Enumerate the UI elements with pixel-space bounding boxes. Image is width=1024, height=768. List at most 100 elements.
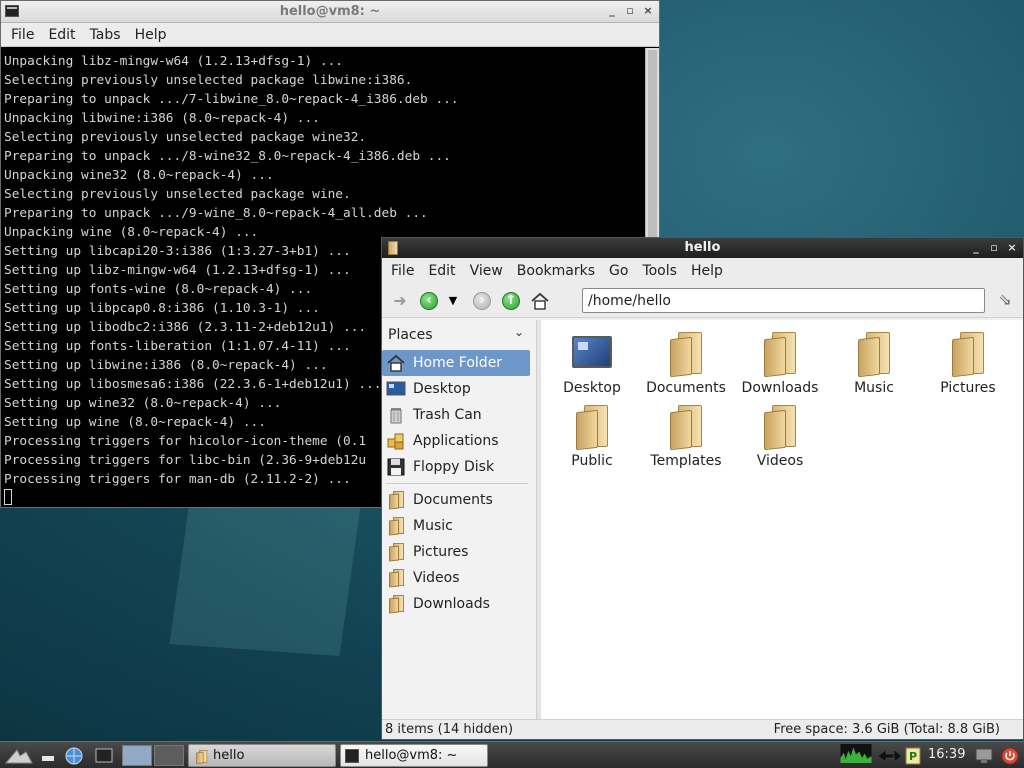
location-input[interactable] (582, 288, 985, 313)
sidebar-item-label: Downloads (413, 596, 490, 612)
workspace-2[interactable] (154, 745, 184, 766)
side-pane: Places ⌄ Home Folder Desktop Trash Can Appl… (382, 320, 537, 719)
file-item-downloads[interactable]: Downloads (734, 322, 826, 396)
file-item-label: Music (854, 380, 894, 396)
sidebar-item-desktop[interactable]: Desktop (382, 376, 530, 402)
menu-help[interactable]: Help (128, 27, 174, 43)
menu-view[interactable]: View (463, 263, 510, 279)
new-tab-button[interactable]: ➜ (389, 290, 411, 312)
menu-help[interactable]: Help (684, 263, 730, 279)
terminal-line: Unpacking libz-mingw-w64 (1.2.13+dfsg-1)… (4, 54, 343, 69)
sidebar-item-music[interactable]: Music (382, 513, 530, 539)
sidebar-item-documents[interactable]: Documents (382, 487, 530, 513)
sidebar-item-label: Videos (413, 570, 460, 586)
folder-icon (386, 594, 406, 614)
file-item-videos[interactable]: Videos (734, 395, 826, 469)
status-free-space: Free space: 3.6 GiB (Total: 8.8 GiB) (773, 722, 1000, 737)
task-label: hello@vm8: ~ (365, 748, 458, 763)
back-button[interactable]: ‹ (418, 290, 440, 312)
file-item-label: Templates (650, 453, 722, 469)
sidebar-item-floppy-disk[interactable]: Floppy Disk (382, 454, 530, 480)
task-file-manager[interactable]: hello (188, 744, 336, 767)
file-item-pictures[interactable]: Pictures (922, 322, 1014, 396)
home-icon (386, 353, 406, 373)
terminal-title: hello@vm8: ~ (279, 4, 381, 19)
up-arrow-icon: ↑ (502, 291, 520, 310)
file-item-templates[interactable]: Templates (640, 395, 732, 469)
folder-icon (386, 516, 406, 536)
status-item-count: 8 items (14 hidden) (385, 722, 514, 737)
terminal-line: Preparing to unpack .../8-wine32_8.0~rep… (4, 149, 451, 164)
folder-icon (386, 542, 406, 562)
file-item-label: Documents (646, 380, 726, 396)
menu-file[interactable]: File (4, 27, 41, 43)
folder-icon (756, 403, 804, 451)
file-item-desktop[interactable]: Desktop (546, 322, 638, 396)
display-icon[interactable] (974, 746, 994, 765)
maximize-button[interactable]: ▫ (989, 240, 999, 256)
sidebar-item-applications[interactable]: Applications (382, 428, 530, 454)
text-cursor (4, 489, 12, 505)
desktop-pager[interactable] (122, 745, 184, 766)
terminal-titlebar[interactable]: hello@vm8: ~ _ ▫ × (1, 1, 659, 23)
file-item-label: Desktop (563, 380, 621, 396)
terminal-line: Preparing to unpack .../7-libwine_8.0~re… (4, 92, 459, 107)
menu-edit[interactable]: Edit (41, 27, 82, 43)
menu-tools[interactable]: Tools (635, 263, 684, 279)
terminal-launcher-icon[interactable] (94, 746, 114, 765)
close-button[interactable]: × (643, 3, 653, 19)
history-dropdown-button[interactable]: ▼ (442, 290, 464, 312)
minimize-button[interactable]: _ (971, 240, 981, 256)
sidebar-item-label: Applications (413, 433, 499, 449)
network-icon (877, 749, 903, 763)
file-manager-menubar: File Edit View Bookmarks Go Tools Help (382, 258, 1023, 284)
sidebar-item-label: Pictures (413, 544, 469, 560)
sidebar-item-trash-can[interactable]: Trash Can (382, 402, 530, 428)
folder-icon (386, 568, 406, 588)
folder-icon (756, 330, 804, 378)
maximize-button[interactable]: ▫ (625, 3, 635, 19)
sidebar-item-pictures[interactable]: Pictures (382, 539, 530, 565)
file-list[interactable]: Desktop Documents Downloads Music Pictures Pu… (541, 320, 1023, 719)
folder-icon (944, 330, 992, 378)
clock[interactable]: 16:39 (928, 747, 965, 762)
file-item-music[interactable]: Music (828, 322, 920, 396)
file-manager-window[interactable]: hello _ ▫ × File Edit View Bookmarks Go … (381, 237, 1024, 740)
task-label: hello (213, 748, 245, 763)
file-item-label: Public (571, 453, 613, 469)
file-item-documents[interactable]: Documents (640, 322, 732, 396)
terminal-line: Selecting previously unselected package … (4, 130, 367, 145)
desktop-icon (386, 379, 406, 399)
sidebar-item-downloads[interactable]: Downloads (382, 591, 530, 617)
file-item-label: Videos (756, 453, 804, 469)
file-manager-toolbar: ➜ ‹ ▼ › ↑ ⇘ (382, 284, 1023, 318)
minimize-button[interactable]: _ (607, 3, 617, 19)
places-selector[interactable]: Places ⌄ (382, 320, 536, 350)
terminal-line: Preparing to unpack .../9-wine_8.0~repac… (4, 206, 428, 221)
task-terminal[interactable]: hello@vm8: ~ (340, 744, 488, 767)
menu-launcher-icon[interactable] (4, 746, 34, 765)
cpu-monitor-icon (840, 744, 872, 763)
scrollbar-thumb[interactable] (648, 50, 657, 240)
close-button[interactable]: × (1007, 240, 1017, 256)
file-item-public[interactable]: Public (546, 395, 638, 469)
forward-button[interactable]: › (471, 290, 493, 312)
power-icon[interactable] (1000, 746, 1020, 765)
taskbar: hello hello@vm8: ~ P 16:39 (0, 741, 1024, 768)
workspace-1[interactable] (122, 745, 152, 766)
up-button[interactable]: ↑ (500, 290, 522, 312)
home-button[interactable] (529, 290, 551, 312)
minimize-all-icon[interactable] (40, 746, 58, 765)
sidebar-item-home-folder[interactable]: Home Folder (382, 350, 530, 376)
terminal-line: Unpacking libwine:i386 (8.0~repack-4) ..… (4, 111, 320, 126)
menu-go[interactable]: Go (602, 263, 635, 279)
sidebar-item-videos[interactable]: Videos (382, 565, 530, 591)
menu-tabs[interactable]: Tabs (83, 27, 128, 43)
go-button[interactable]: ⇘ (993, 290, 1017, 312)
file-manager-titlebar[interactable]: hello _ ▫ × (382, 238, 1023, 258)
clipboard-icon[interactable]: P (904, 746, 922, 765)
menu-bookmarks[interactable]: Bookmarks (510, 263, 602, 279)
menu-edit[interactable]: Edit (421, 263, 462, 279)
browser-icon[interactable] (64, 746, 84, 765)
menu-file[interactable]: File (384, 263, 421, 279)
